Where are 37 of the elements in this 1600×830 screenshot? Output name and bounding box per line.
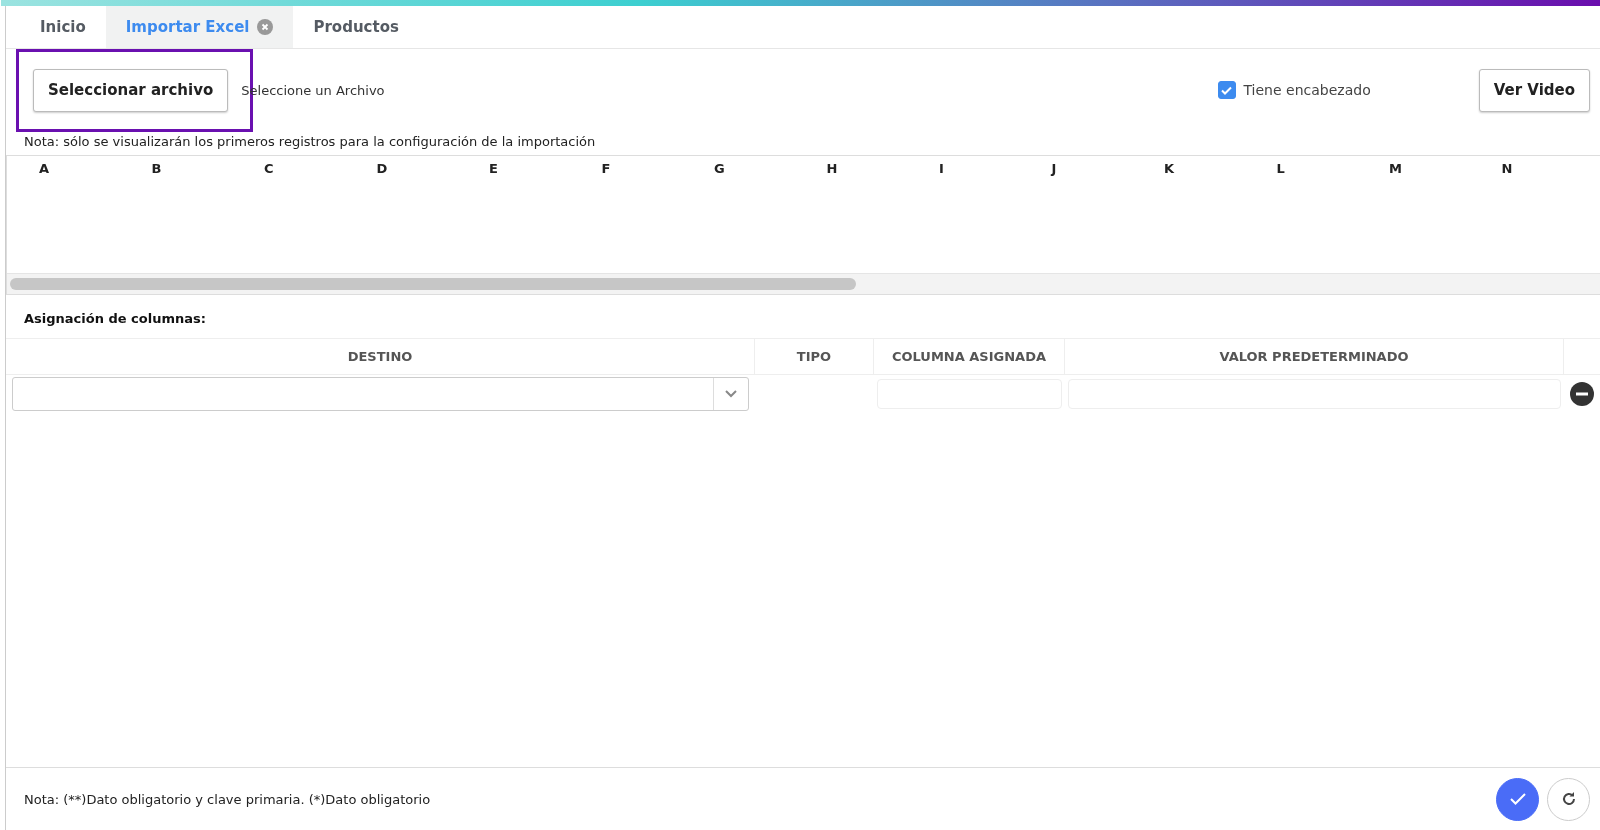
select-file-button[interactable]: Seleccionar archivo: [33, 68, 229, 112]
column-letter: I: [938, 160, 945, 178]
check-icon: [1509, 793, 1526, 805]
refresh-icon: [1560, 791, 1577, 807]
column-letter: K: [1163, 160, 1176, 178]
column-letter: B: [150, 160, 163, 178]
section-title: Asignación de columnas:: [23, 310, 207, 328]
column-letter: N: [1500, 160, 1514, 178]
header-checkbox[interactable]: Tiene encabezado: [1217, 81, 1371, 99]
video-button[interactable]: Ver Video: [1478, 68, 1590, 112]
column-letter: D: [375, 160, 389, 178]
checkbox-icon[interactable]: [1217, 81, 1236, 99]
column-letter: H: [825, 160, 839, 178]
column-header: DESTINO: [6, 338, 755, 375]
footer-note: Nota: (**)Dato obligatorio y clave primaria. (*)Dato obligatorio: [24, 791, 432, 807]
column-header: COLUMNA ASIGNADA: [874, 338, 1065, 375]
refresh-button[interactable]: [1547, 777, 1590, 821]
column-letter: E: [488, 160, 499, 178]
close-icon[interactable]: [257, 19, 274, 35]
column-letter: F: [600, 160, 612, 178]
tab[interactable]: Productos: [293, 6, 419, 48]
column-header: TIPO: [755, 338, 874, 375]
column-letter: M: [1388, 160, 1403, 178]
checkbox-label: Tiene encabezado: [1243, 82, 1371, 98]
scrollbar-thumb[interactable]: [10, 278, 856, 290]
preview-note: Nota: sólo se visualizarán los primeros registros para la configuración de la importación: [23, 133, 597, 151]
destination-select[interactable]: [12, 377, 749, 411]
column-letter: A: [38, 160, 51, 178]
column-letter: J: [1049, 160, 1058, 178]
tab[interactable]: Inicio: [20, 6, 106, 48]
column-header: VALOR PREDETERMINADO: [1065, 338, 1564, 375]
chevron-down-icon: [725, 390, 737, 398]
remove-icon[interactable]: [1570, 382, 1594, 406]
column-letter: L: [1275, 160, 1286, 178]
confirm-button[interactable]: [1496, 777, 1539, 821]
column-letter: C: [263, 160, 275, 178]
column-letter: G: [713, 160, 726, 178]
